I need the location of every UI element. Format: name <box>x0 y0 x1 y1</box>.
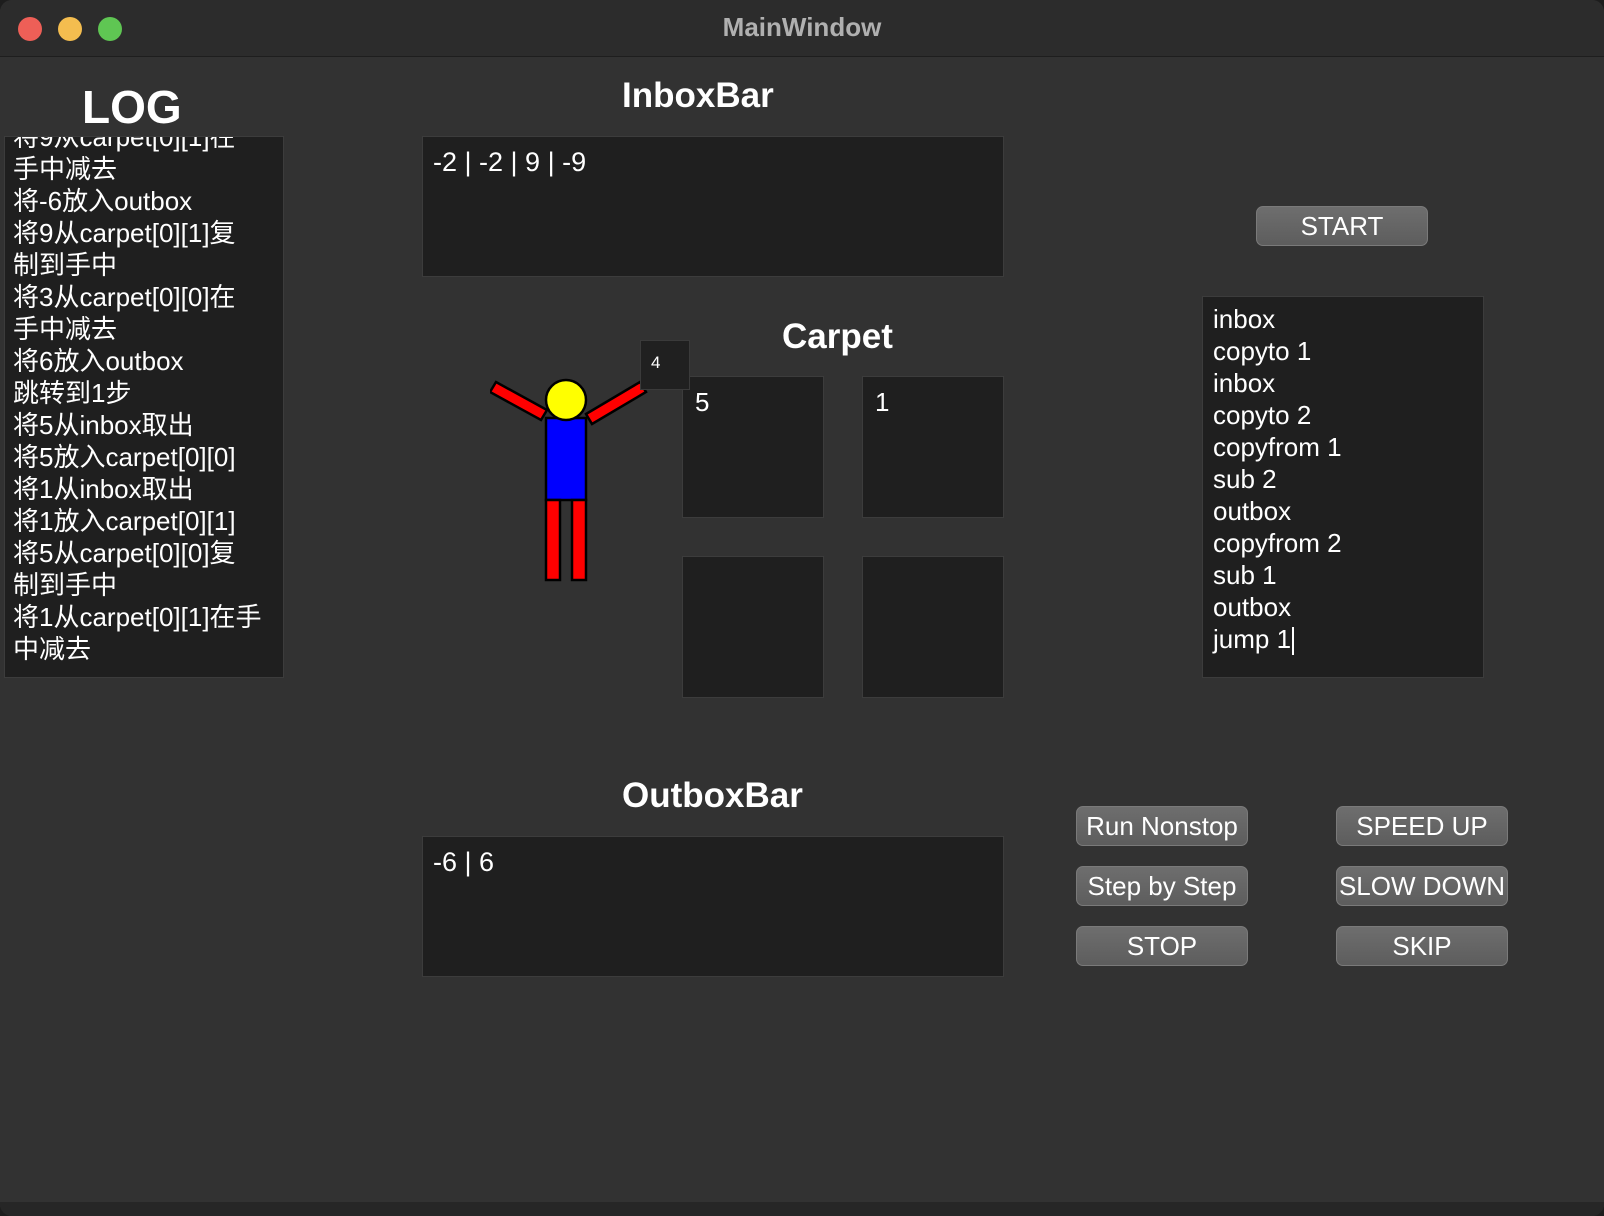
robot-figure <box>490 378 648 582</box>
log-line: 制到手中 <box>13 250 118 280</box>
program-line[interactable]: outbox <box>1213 495 1342 527</box>
robot-right-arm <box>584 380 648 426</box>
carpet-cell-1-0 <box>682 556 824 698</box>
hand-value-box: 4 <box>640 340 690 390</box>
program-line[interactable]: sub 2 <box>1213 463 1342 495</box>
status-strip <box>0 1202 1604 1216</box>
text-cursor <box>1292 627 1295 656</box>
program-line-text: sub 1 <box>1213 560 1277 590</box>
program-lines: inbox copyto 1 inbox copyto 2 copyfrom 1 sub … <box>1213 303 1342 656</box>
log-line: 将1放入carpet[0][1] <box>13 506 236 536</box>
window-title: MainWindow <box>722 12 882 42</box>
robot-left-leg <box>544 498 562 582</box>
program-line[interactable]: copyto 1 <box>1213 335 1342 367</box>
inbox-content: -2 | -2 | 9 | -9 <box>433 147 587 177</box>
log-line: 将5从carpet[0][0]复 <box>13 538 236 568</box>
log-line: 手中减去 <box>13 314 118 344</box>
log-line: 将-6放入outbox <box>13 186 193 216</box>
log-line: 跳转到1步 <box>13 378 132 408</box>
program-line-text: sub 2 <box>1213 464 1277 494</box>
program-line-text: outbox <box>1213 496 1292 526</box>
outbox-content: -6 | 6 <box>433 847 495 877</box>
inbox-title: InboxBar <box>622 76 774 115</box>
program-line-text: copyto 2 <box>1213 400 1312 430</box>
program-line[interactable]: copyto 2 <box>1213 399 1342 431</box>
run-nonstop-button[interactable]: Run Nonstop <box>1076 806 1248 846</box>
robot-head <box>544 378 588 422</box>
speed-up-button[interactable]: SPEED UP <box>1336 806 1508 846</box>
program-editor[interactable]: inbox copyto 1 inbox copyto 2 copyfrom 1 sub … <box>1202 296 1484 678</box>
program-line-text: inbox <box>1213 368 1276 398</box>
program-line-text: jump 1 <box>1213 624 1292 654</box>
program-line[interactable]: jump 1 <box>1213 623 1342 656</box>
robot-right-leg <box>570 498 588 582</box>
carpet-cell-1-1 <box>862 556 1004 698</box>
log-line: 将5从inbox取出 <box>13 410 194 440</box>
step-by-step-button[interactable]: Step by Step <box>1076 866 1248 906</box>
robot-left-arm <box>490 380 549 422</box>
log-line: 将1从inbox取出 <box>13 474 194 504</box>
outbox-title: OutboxBar <box>622 776 803 815</box>
main-window: MainWindow LOG 将9从carpet[0][1]在 手中减去 将-6放入… <box>0 0 1604 1216</box>
program-line[interactable]: inbox <box>1213 303 1342 335</box>
log-line: 将9从carpet[0][1]复 <box>13 218 236 248</box>
program-line-text: outbox <box>1213 592 1292 622</box>
log-line: 手中减去 <box>13 154 118 184</box>
carpet-cell-value: 5 <box>695 387 710 417</box>
stop-button[interactable]: STOP <box>1076 926 1248 966</box>
program-line-text: copyfrom 1 <box>1213 432 1342 462</box>
start-button[interactable]: START <box>1256 206 1428 246</box>
log-line: 将6放入outbox <box>13 346 184 376</box>
program-line[interactable]: copyfrom 1 <box>1213 431 1342 463</box>
outbox-bar: -6 | 6 <box>422 836 1004 977</box>
program-line[interactable]: outbox <box>1213 591 1342 623</box>
log-line: 将1从carpet[0][1]在手 <box>13 602 262 632</box>
log-line: 中减去 <box>13 634 92 664</box>
program-line[interactable]: copyfrom 2 <box>1213 527 1342 559</box>
hand-value: 4 <box>651 353 661 372</box>
carpet-cell-0-1: 1 <box>862 376 1004 518</box>
program-line[interactable]: inbox <box>1213 367 1342 399</box>
log-line: 制到手中 <box>13 570 118 600</box>
log-line: 将5放入carpet[0][0] <box>13 442 236 472</box>
program-line[interactable]: sub 1 <box>1213 559 1342 591</box>
title-bar: MainWindow <box>0 0 1604 57</box>
log-panel[interactable]: 将9从carpet[0][1]在 手中减去 将-6放入outbox 将9从carpet… <box>4 136 284 678</box>
program-line-text: copyto 1 <box>1213 336 1312 366</box>
carpet-cell-0-0: 5 <box>682 376 824 518</box>
robot-body <box>544 416 588 502</box>
log-line: 将9从carpet[0][1]在 <box>13 136 236 152</box>
program-line-text: copyfrom 2 <box>1213 528 1342 558</box>
inbox-bar: -2 | -2 | 9 | -9 <box>422 136 1004 277</box>
skip-button[interactable]: SKIP <box>1336 926 1508 966</box>
carpet-cell-value: 1 <box>875 387 890 417</box>
log-list: 将9从carpet[0][1]在 手中减去 将-6放入outbox 将9从carpet… <box>13 136 262 665</box>
log-title: LOG <box>82 81 182 133</box>
carpet-title: Carpet <box>782 317 893 356</box>
program-line-text: inbox <box>1213 304 1276 334</box>
log-line: 将3从carpet[0][0]在 <box>13 282 236 312</box>
slow-down-button[interactable]: SLOW DOWN <box>1336 866 1508 906</box>
